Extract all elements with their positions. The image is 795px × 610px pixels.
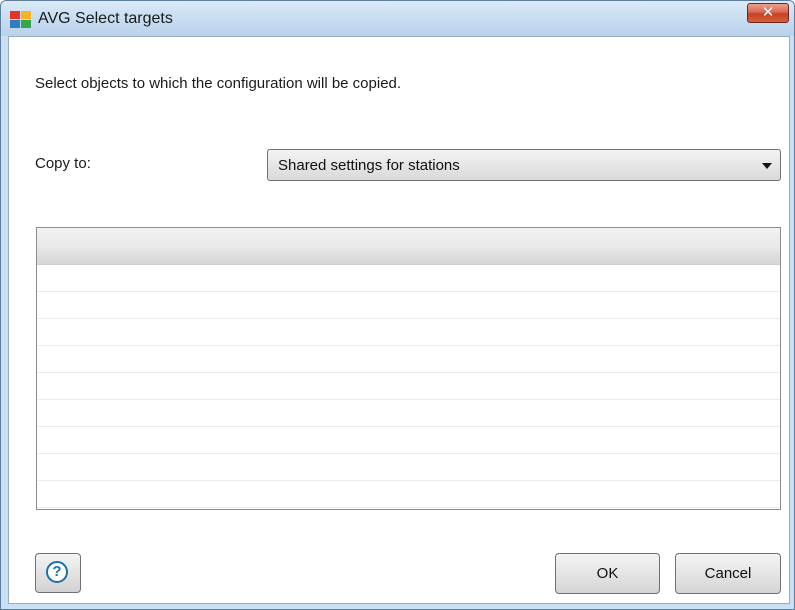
dialog-window: AVG Select targets ✕ Select objects to w…: [0, 0, 795, 610]
copy-to-label: Copy to:: [35, 155, 91, 172]
cancel-button[interactable]: Cancel: [675, 553, 781, 594]
ok-button[interactable]: OK: [555, 553, 660, 594]
title-bar[interactable]: AVG Select targets ✕: [1, 1, 794, 36]
close-icon: ✕: [761, 4, 775, 21]
window-title: AVG Select targets: [38, 10, 173, 27]
avg-logo-icon: [10, 11, 31, 28]
instruction-text: Select objects to which the configuratio…: [35, 75, 402, 92]
copy-to-selected-value: Shared settings for stations: [278, 157, 460, 174]
targets-list[interactable]: [36, 227, 781, 510]
copy-to-select[interactable]: Shared settings for stations: [267, 149, 781, 181]
list-header: [37, 228, 780, 265]
chevron-down-icon[interactable]: [762, 163, 772, 169]
help-icon: ?: [46, 561, 68, 583]
list-rows: [37, 265, 780, 509]
dialog-body: Select objects to which the configuratio…: [8, 36, 790, 604]
help-button[interactable]: ?: [35, 553, 81, 593]
close-button[interactable]: ✕: [747, 3, 789, 23]
